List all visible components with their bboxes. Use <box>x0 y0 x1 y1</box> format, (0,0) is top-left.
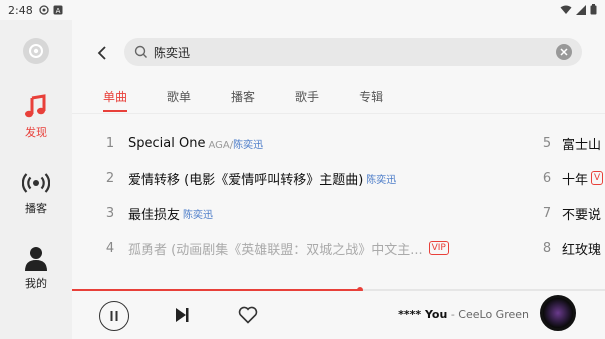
pause-button[interactable] <box>99 301 129 331</box>
pause-icon <box>110 311 118 321</box>
song-row[interactable]: 1 Special One AGA/陈奕迅 <box>72 128 532 158</box>
netease-notification-icon <box>39 5 49 15</box>
song-title: Special One <box>128 135 206 151</box>
song-title: 最佳损友 <box>128 207 181 223</box>
vip-badge: VIP <box>428 241 449 255</box>
song-rank: 2 <box>105 170 115 186</box>
song-row[interactable]: 5 富士山 <box>532 128 605 158</box>
song-artist: 陈奕迅 <box>366 174 397 186</box>
now-playing-title: **** You <box>398 308 448 321</box>
song-title: 红玫瑰 <box>562 242 602 258</box>
song-rank: 3 <box>105 205 115 221</box>
song-title: 爱情转移 (电影《爱情呼叫转移》主题曲) <box>128 172 364 188</box>
mini-player: **** You - CeeLo Green <box>72 291 605 339</box>
tab-artists[interactable]: 歌手 <box>295 88 319 112</box>
clear-search-button[interactable] <box>556 44 572 60</box>
heart-icon[interactable] <box>238 306 258 324</box>
song-row[interactable]: 4 孤勇者 (动画剧集《英雄联盟：双城之战》中文主... VIP <box>72 233 532 263</box>
nav-label-mine: 我的 <box>25 277 47 290</box>
nav-label-discover: 发现 <box>25 126 47 139</box>
song-rank: 4 <box>105 240 115 256</box>
tab-albums[interactable]: 专辑 <box>359 88 383 112</box>
now-playing-separator: - <box>447 308 459 321</box>
nav-label-podcast: 播客 <box>25 202 47 215</box>
broadcast-icon <box>22 173 50 193</box>
signal-icon <box>576 4 586 15</box>
search-input[interactable] <box>154 45 534 59</box>
song-row[interactable]: 6 十年 V <box>532 163 605 193</box>
song-title: 孤勇者 (动画剧集《英雄联盟：双城之战》中文主... <box>128 242 423 258</box>
song-row[interactable]: 7 不要说 <box>532 198 605 228</box>
tab-playlists[interactable]: 歌单 <box>167 88 191 112</box>
close-icon <box>560 48 568 56</box>
next-track-icon[interactable] <box>173 306 191 324</box>
song-rank: 6 <box>542 170 552 186</box>
album-cover[interactable] <box>540 295 576 331</box>
wifi-icon <box>560 5 572 14</box>
song-rank: 7 <box>542 205 552 221</box>
tabs-divider <box>72 113 605 114</box>
nav-item-mine[interactable]: 我的 <box>0 245 72 291</box>
song-rank: 1 <box>105 135 115 151</box>
nav-item-discover[interactable]: 发现 <box>0 94 72 140</box>
song-artist: AGA/陈奕迅 <box>208 139 264 151</box>
now-playing-info[interactable]: **** You - CeeLo Green <box>398 308 529 321</box>
back-arrow-icon[interactable] <box>94 44 112 62</box>
search-bar[interactable] <box>124 38 582 66</box>
tab-songs[interactable]: 单曲 <box>103 88 128 112</box>
song-title: 十年 <box>562 172 589 188</box>
song-rank: 8 <box>542 240 552 256</box>
app-logo-icon[interactable] <box>23 38 49 64</box>
music-note-icon <box>25 94 46 118</box>
song-row[interactable]: 3 最佳损友 陈奕迅 <box>72 198 532 228</box>
song-row[interactable]: 2 爱情转移 (电影《爱情呼叫转移》主题曲) 陈奕迅 <box>72 163 532 193</box>
vip-badge: V <box>591 171 604 185</box>
result-tabs: 单曲 歌单 播客 歌手 专辑 <box>103 88 423 114</box>
song-title: 富士山 <box>562 137 602 153</box>
song-row[interactable]: 8 红玫瑰 <box>532 233 605 263</box>
search-icon <box>134 45 147 58</box>
tab-podcasts[interactable]: 播客 <box>231 88 255 112</box>
song-rank: 5 <box>542 135 552 151</box>
battery-icon <box>590 4 597 15</box>
svg-text:A: A <box>55 7 60 15</box>
nav-item-podcast[interactable]: 播客 <box>0 170 72 216</box>
status-bar: 2:48 A <box>0 0 605 20</box>
person-icon <box>25 247 47 271</box>
nav-rail: 发现 播客 我的 <box>0 20 72 339</box>
status-time: 2:48 <box>8 3 33 17</box>
a-notification-icon: A <box>53 5 63 15</box>
now-playing-artist: CeeLo Green <box>458 308 529 321</box>
song-title: 不要说 <box>562 207 602 223</box>
song-artist: 陈奕迅 <box>183 209 214 221</box>
